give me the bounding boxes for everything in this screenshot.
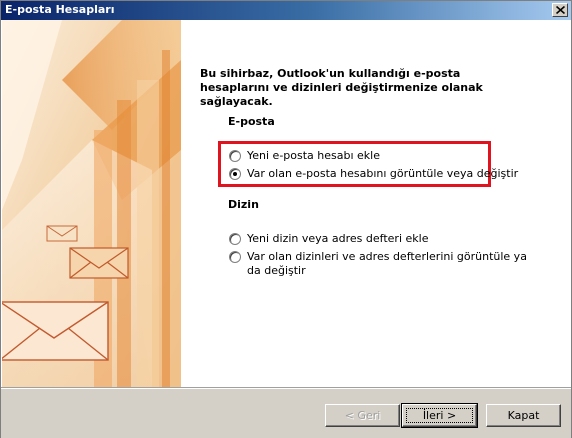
next-button[interactable]: İleri >: [401, 403, 478, 428]
email-accounts-dialog: E-posta Hesapları Bu sihirbaz, Outlook'u…: [0, 0, 572, 438]
close-button[interactable]: Kapat: [486, 404, 561, 427]
envelope-medium-icon: [69, 247, 129, 279]
envelope-artwork: [2, 20, 181, 387]
back-button[interactable]: < Geri: [325, 404, 400, 427]
intro-text: Bu sihirbaz, Outlook'un kullandığı e-pos…: [200, 67, 483, 108]
radio-view-change-directories[interactable]: Var olan dizinleri ve adres defterlerini…: [229, 250, 527, 278]
radio-label: Yeni e-posta hesabı ekle: [247, 149, 380, 162]
wizard-content: Bu sihirbaz, Outlook'un kullandığı e-pos…: [181, 20, 571, 387]
radio-button-checked[interactable]: [229, 168, 241, 180]
envelope-small-icon: [46, 225, 78, 242]
radio-label: Var olan dizinleri ve adres defterlerini…: [247, 250, 527, 277]
close-window-button[interactable]: [552, 3, 568, 17]
envelope-large-icon: [2, 301, 109, 361]
close-icon: [555, 6, 565, 14]
radio-button-unchecked[interactable]: [229, 233, 241, 245]
radio-label: Yeni dizin veya adres defteri ekle: [247, 232, 429, 245]
radio-add-email-account[interactable]: Yeni e-posta hesabı ekle: [229, 149, 380, 163]
email-section-label: E-posta: [228, 115, 275, 128]
title-bar[interactable]: E-posta Hesapları: [1, 1, 571, 20]
button-bar: < Geri İleri > Kapat: [1, 387, 571, 438]
radio-button-unchecked[interactable]: [229, 150, 241, 162]
directory-section-label: Dizin: [228, 198, 259, 211]
wizard-side-illustration: [2, 20, 181, 387]
radio-add-directory[interactable]: Yeni dizin veya adres defteri ekle: [229, 232, 428, 246]
radio-button-unchecked[interactable]: [229, 251, 241, 263]
window-title: E-posta Hesapları: [5, 3, 115, 16]
radio-label: Var olan e-posta hesabını görüntüle veya…: [247, 167, 519, 180]
focus-rectangle: [406, 408, 473, 423]
radio-view-change-email-account[interactable]: Var olan e-posta hesabını görüntüle veya…: [229, 167, 518, 181]
